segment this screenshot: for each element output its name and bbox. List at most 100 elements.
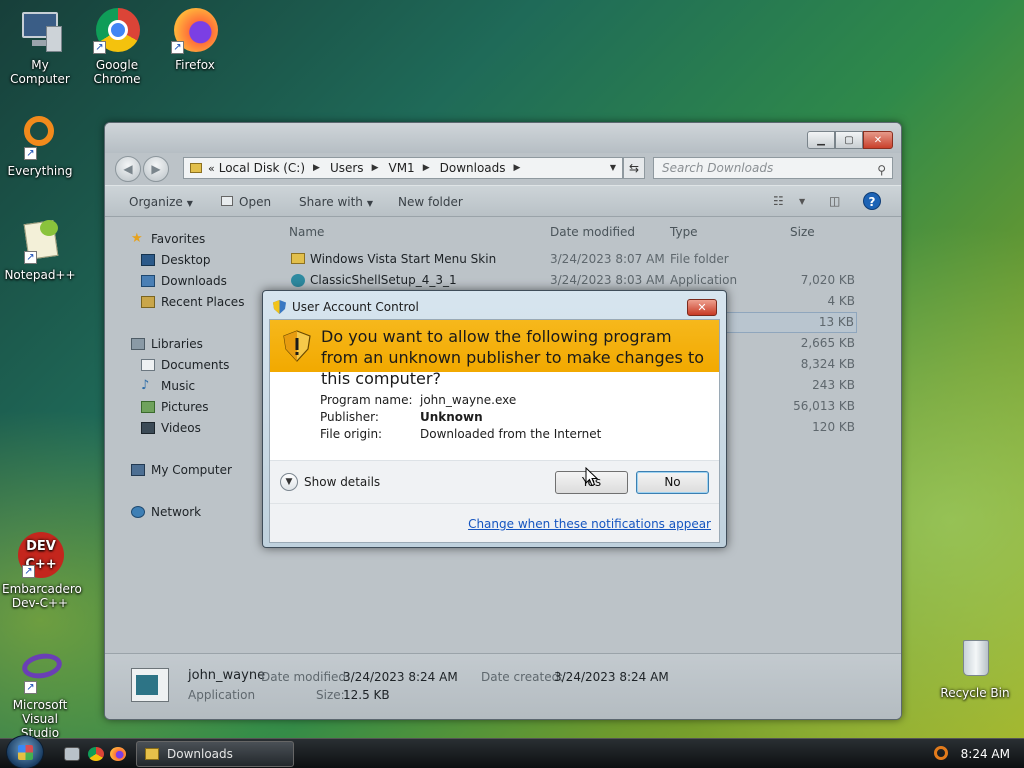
chevron-down-icon[interactable]: ▼ [280, 473, 298, 491]
back-button[interactable]: ◀ [115, 156, 141, 182]
nav-videos[interactable]: Videos [141, 421, 201, 435]
column-header-type[interactable]: Type [670, 225, 698, 239]
desktop-icon-notepad-plus-plus[interactable]: ↗ Notepad++ [0, 218, 80, 282]
file-size: 2,665 KB [800, 336, 855, 350]
chrome-icon[interactable] [88, 747, 104, 761]
desktop-icon-dev-cpp[interactable]: DEV C++ ↗ Embarcadero Dev-C++ [0, 532, 82, 610]
command-bar: Organize ▼ Open Share with ▼ New folder ☷ … [105, 185, 901, 217]
file-date: 3/24/2023 8:03 AM [550, 273, 665, 287]
start-button[interactable] [6, 735, 44, 768]
show-details-toggle[interactable]: ▼ Show details [280, 473, 380, 491]
preview-pane-icon[interactable]: ◫ [829, 194, 840, 208]
file-size: 56,013 KB [793, 399, 855, 413]
taskbar-clock[interactable]: 8:24 AM [961, 747, 1010, 761]
nav-label: Videos [161, 421, 201, 435]
desktop-icon-visual-studio[interactable]: ↗ Microsoft Visual Studio [0, 648, 80, 740]
application-thumbnail-icon [131, 668, 169, 702]
change-notifications-link[interactable]: Change when these notifications appear [468, 517, 711, 531]
share-with-label: Share with [299, 195, 363, 209]
desktop-icon-label: Notepad++ [4, 268, 76, 282]
nav-my-computer[interactable]: My Computer [131, 463, 232, 477]
column-header-date-modified[interactable]: Date modified [550, 225, 635, 239]
explorer-titlebar[interactable]: ▁ ▢ ✕ [105, 123, 901, 153]
nav-pictures[interactable]: Pictures [141, 400, 209, 414]
forward-button[interactable]: ▶ [143, 156, 169, 182]
file-origin-value: Downloaded from the Internet [420, 427, 602, 441]
refresh-button[interactable]: ⇆ [623, 157, 645, 179]
nav-label: Pictures [161, 400, 209, 414]
breadcrumb-separator-icon[interactable]: ▶ [313, 163, 320, 173]
nav-label: Favorites [151, 232, 206, 246]
nav-documents[interactable]: Documents [141, 358, 229, 372]
maximize-button[interactable]: ▢ [835, 131, 863, 149]
close-button[interactable]: ✕ [863, 131, 893, 149]
details-file-kind: Application [188, 688, 256, 702]
tray-everything-icon[interactable] [934, 746, 948, 760]
desktop-icon-firefox[interactable]: ↗ Firefox [155, 8, 235, 72]
desktop-icon-google-chrome[interactable]: ↗ Google Chrome [77, 8, 157, 86]
uac-dialog[interactable]: User Account Control ✕ Do you want to al… [262, 290, 727, 548]
nav-libraries[interactable]: Libraries [131, 337, 203, 351]
computer-icon [131, 464, 145, 476]
music-icon: ♪ [141, 378, 150, 393]
search-icon[interactable]: ⚲ [877, 160, 886, 180]
nav-label: Documents [161, 358, 230, 372]
minimize-button[interactable]: ▁ [807, 131, 835, 149]
nav-recent-places[interactable]: Recent Places [141, 295, 244, 309]
nav-desktop[interactable]: Desktop [141, 253, 211, 267]
help-icon[interactable]: ? [863, 192, 881, 210]
breadcrumb-separator-icon[interactable]: ▶ [514, 163, 521, 173]
file-row[interactable]: Windows Vista Start Menu Skin 3/24/2023 … [287, 249, 857, 270]
everything-icon: ↗ [16, 114, 64, 160]
no-button[interactable]: No [636, 471, 709, 494]
views-icon[interactable]: ☷ [773, 194, 784, 208]
firefox-icon[interactable] [110, 747, 126, 761]
column-header-size[interactable]: Size [790, 225, 815, 239]
desktop-icon-my-computer[interactable]: My Computer [0, 8, 80, 86]
search-input[interactable]: Search Downloads ⚲ [653, 157, 893, 179]
breadcrumb-local-disk[interactable]: Local Disk (C:) [219, 161, 305, 175]
new-folder-button[interactable]: New folder [398, 195, 463, 209]
breadcrumb-downloads[interactable]: Downloads [440, 161, 506, 175]
navigation-pane: ★ Favorites Desktop Downloads Recent Plac… [105, 218, 283, 658]
taskbar-downloads-button[interactable]: Downloads [136, 741, 294, 767]
recycle-bin-icon [951, 636, 999, 682]
nav-label: Network [151, 505, 202, 519]
breadcrumb-separator-icon[interactable]: ▶ [423, 163, 430, 173]
details-date-modified: 3/24/2023 8:24 AM [343, 670, 458, 684]
desktop-icon-label: Microsoft Visual Studio [12, 698, 68, 740]
taskbar-task-label: Downloads [167, 747, 233, 761]
nav-favorites[interactable]: ★ Favorites [131, 232, 205, 246]
mouse-cursor-icon [585, 467, 599, 487]
views-dropdown-icon[interactable]: ▼ [799, 197, 805, 206]
nav-label: My Computer [151, 463, 232, 477]
chrome-icon: ↗ [93, 8, 141, 54]
breadcrumb-vm1[interactable]: VM1 [388, 161, 414, 175]
breadcrumb-separator-icon[interactable]: ▶ [372, 163, 379, 173]
file-row[interactable]: ClassicShellSetup_4_3_1 3/24/2023 8:03 A… [287, 270, 857, 291]
warning-shield-icon [283, 330, 311, 362]
organize-button[interactable]: Organize ▼ [129, 195, 193, 209]
organize-label: Organize [129, 195, 183, 209]
share-with-button[interactable]: Share with ▼ [299, 195, 373, 209]
column-header-name[interactable]: Name [289, 225, 324, 239]
folder-icon [190, 163, 202, 173]
details-size-label: Size: [316, 688, 345, 702]
address-bar[interactable]: « Local Disk (C:) ▶ Users ▶ VM1 ▶ Downloads… [183, 157, 623, 179]
show-desktop-icon[interactable] [64, 747, 80, 761]
file-size: 120 KB [812, 420, 855, 434]
desktop-icon-recycle-bin[interactable]: Recycle Bin [934, 636, 1016, 700]
address-dropdown-icon[interactable]: ▼ [610, 163, 616, 172]
breadcrumb-users[interactable]: Users [330, 161, 364, 175]
uac-close-button[interactable]: ✕ [687, 299, 717, 316]
open-button[interactable]: Open [221, 195, 271, 209]
desktop-icon-label: Embarcadero Dev-C++ [2, 582, 82, 610]
overflow-chevron-icon[interactable]: « [208, 162, 215, 175]
uac-footer: ▼ Show details Yes No Change when these … [270, 460, 719, 542]
desktop-icon-label: Everything [7, 164, 73, 178]
nav-music[interactable]: ♪ Music [141, 379, 195, 393]
file-name: ClassicShellSetup_4_3_1 [310, 273, 457, 287]
nav-downloads[interactable]: Downloads [141, 274, 227, 288]
desktop-icon-everything[interactable]: ↗ Everything [0, 114, 80, 178]
nav-network[interactable]: Network [131, 505, 201, 519]
